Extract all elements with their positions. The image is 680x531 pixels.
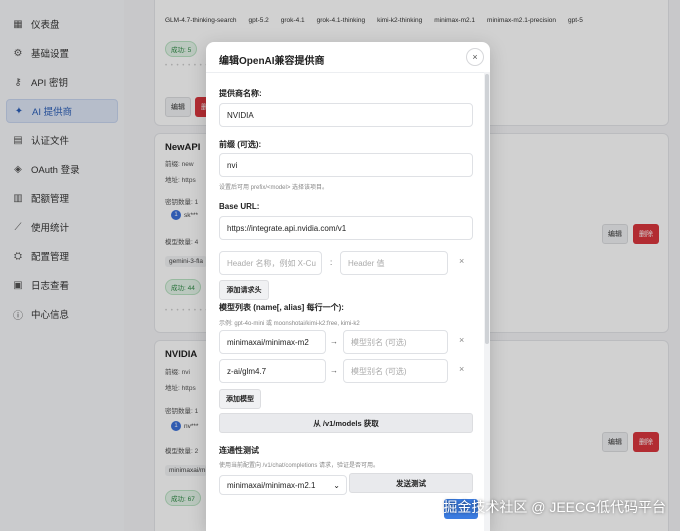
prefix-input[interactable]: nvi [219,153,473,177]
modal-title: 编辑OpenAI兼容提供商 [219,56,325,67]
conn-test-label: 连通性测试 [219,446,259,455]
remove-model-icon[interactable]: × [459,335,464,345]
add-header-button[interactable]: 添加请求头 [219,280,269,300]
conn-test-hint: 使用当前配置向 /v1/chat/completions 请求，验证是否可用。 [219,463,380,469]
provider-name-input[interactable]: NVIDIA [219,103,473,127]
model-alias-input[interactable]: 模型别名 (可选) [343,330,448,354]
add-model-button[interactable]: 添加模型 [219,389,261,409]
test-model-select[interactable]: minimaxai/minimax-m2.1 ⌄ [219,475,347,495]
arrow-icon: → [330,366,338,375]
send-test-button[interactable]: 发送测试 [349,473,473,493]
base-url-input[interactable]: https://integrate.api.nvidia.com/v1 [219,216,473,240]
modal-divider [206,72,490,73]
watermark-text: 掘金技术社区 @ JEECG低代码平台 [443,499,666,515]
scrollbar-thumb[interactable] [485,74,489,344]
fetch-models-button[interactable]: 从 /v1/models 获取 [219,413,473,433]
header-value-input[interactable]: Header 值 [340,251,448,275]
base-url-label: Base URL: [219,202,260,211]
model-name-input[interactable]: z-ai/glm4.7 [219,359,326,383]
select-value: minimaxai/minimax-m2.1 [227,480,316,490]
prefix-hint: 设置后可用 prefix/<model> 选择该项目。 [219,185,329,191]
arrow-icon: → [330,337,338,346]
models-label: 模型列表 (name[, alias] 每行一个): [219,303,344,312]
remove-model-icon[interactable]: × [459,364,464,374]
modal-scrollbar[interactable] [484,72,490,531]
model-name-input[interactable]: minimaxai/minimax-m2 [219,330,326,354]
provider-name-label: 提供商名称: [219,89,262,98]
chevron-down-icon: ⌄ [333,480,340,490]
remove-header-icon[interactable]: × [459,256,464,266]
prefix-label: 前缀 (可选): [219,140,262,149]
models-hint: 示例: gpt-4o-mini 或 moonshotai/kimi-k2:fre… [219,321,360,327]
model-alias-input[interactable]: 模型别名 (可选) [343,359,448,383]
close-icon[interactable]: × [466,48,484,66]
header-name-input[interactable]: Header 名称，例如 X-Cu [219,251,322,275]
edit-provider-modal: 编辑OpenAI兼容提供商 × 提供商名称: NVIDIA 前缀 (可选): n… [206,42,490,531]
header-colon: : [330,258,333,267]
